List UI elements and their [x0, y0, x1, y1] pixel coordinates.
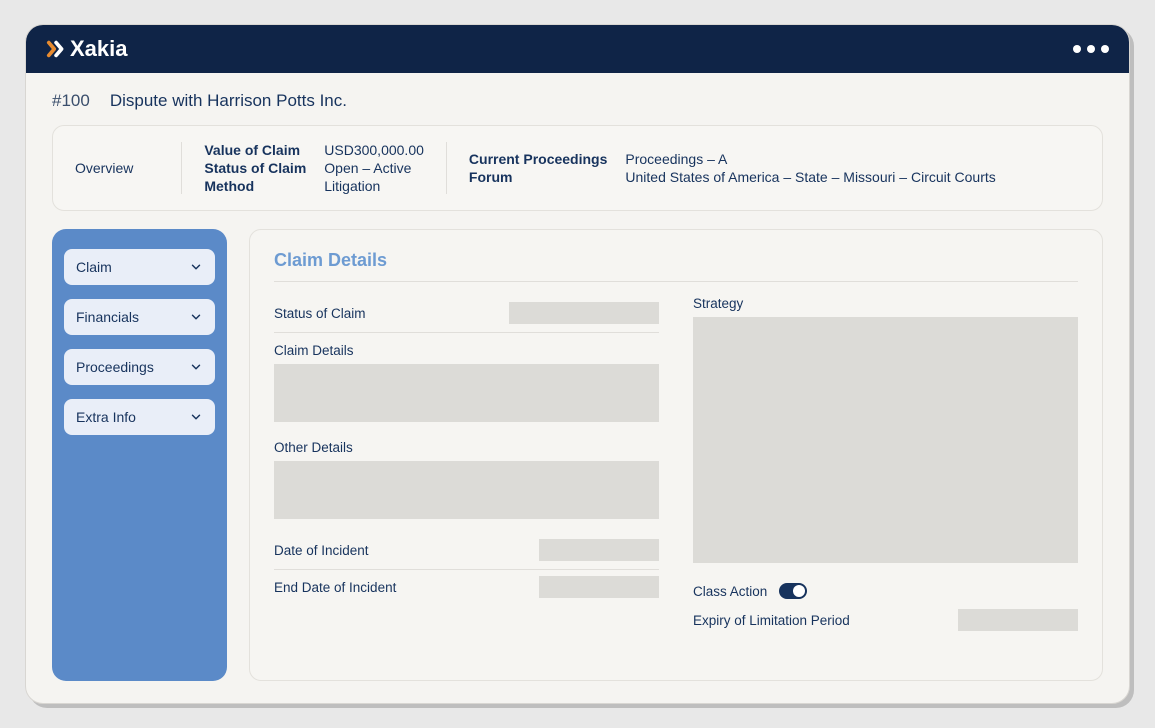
end-date-of-incident-input[interactable]	[539, 576, 659, 598]
sidebar: Claim Financials Proceedings Extra Info	[52, 229, 227, 681]
other-details-textarea[interactable]	[274, 461, 659, 519]
chevron-down-icon	[189, 310, 203, 324]
value-current-proceedings: Proceedings – A	[625, 151, 995, 167]
field-expiry-limitation: Expiry of Limitation Period	[693, 603, 1078, 633]
field-label: Class Action	[693, 584, 767, 599]
brand-name: Xakia	[70, 36, 128, 62]
content-area: Claim Financials Proceedings Extra Info …	[26, 229, 1129, 703]
expiry-limitation-input[interactable]	[958, 609, 1078, 631]
field-end-date-of-incident: End Date of Incident	[274, 570, 659, 606]
divider	[446, 142, 447, 194]
sidebar-item-financials[interactable]: Financials	[64, 299, 215, 335]
value-value-of-claim: USD300,000.00	[324, 142, 424, 158]
summary-block-1: Value of Claim Status of Claim Method US…	[204, 142, 424, 194]
value-forum: United States of America – State – Misso…	[625, 169, 995, 185]
topbar: Xakia	[26, 25, 1129, 73]
chevron-down-icon	[189, 360, 203, 374]
field-label: Other Details	[274, 440, 659, 455]
case-id: #100	[52, 91, 90, 111]
chevron-down-icon	[189, 410, 203, 424]
claim-details-panel: Claim Details Status of Claim Claim Deta…	[249, 229, 1103, 681]
field-status-of-claim: Status of Claim	[274, 296, 659, 333]
app-window: Xakia #100 Dispute with Harrison Potts I…	[25, 24, 1130, 704]
divider	[181, 142, 182, 194]
date-of-incident-input[interactable]	[539, 539, 659, 561]
brand-logo: Xakia	[46, 36, 128, 62]
field-label: Strategy	[693, 296, 1078, 311]
strategy-textarea[interactable]	[693, 317, 1078, 563]
field-date-of-incident: Date of Incident	[274, 533, 659, 570]
value-status-of-claim: Open – Active	[324, 160, 424, 176]
sidebar-item-extra-info[interactable]: Extra Info	[64, 399, 215, 435]
label-value-of-claim: Value of Claim	[204, 142, 306, 158]
claim-details-textarea[interactable]	[274, 364, 659, 422]
page-title-row: #100 Dispute with Harrison Potts Inc.	[26, 73, 1129, 125]
field-label: Status of Claim	[274, 306, 366, 321]
panel-title: Claim Details	[274, 250, 1078, 282]
field-strategy: Strategy	[693, 296, 1078, 577]
sidebar-item-label: Claim	[76, 259, 112, 275]
status-of-claim-input[interactable]	[509, 302, 659, 324]
summary-card: Overview Value of Claim Status of Claim …	[52, 125, 1103, 211]
label-forum: Forum	[469, 169, 607, 185]
label-status-of-claim: Status of Claim	[204, 160, 306, 176]
value-method: Litigation	[324, 178, 424, 194]
field-class-action: Class Action	[693, 577, 1078, 603]
sidebar-item-label: Proceedings	[76, 359, 154, 375]
field-label: Claim Details	[274, 343, 659, 358]
field-other-details: Other Details	[274, 436, 659, 533]
chevron-down-icon	[189, 260, 203, 274]
summary-block-2: Current Proceedings Forum Proceedings – …	[469, 151, 996, 185]
label-current-proceedings: Current Proceedings	[469, 151, 607, 167]
field-label: Expiry of Limitation Period	[693, 613, 850, 628]
sidebar-item-label: Financials	[76, 309, 139, 325]
sidebar-item-label: Extra Info	[76, 409, 136, 425]
sidebar-item-claim[interactable]: Claim	[64, 249, 215, 285]
field-label: End Date of Incident	[274, 580, 396, 595]
chevrons-icon	[46, 38, 68, 60]
field-label: Date of Incident	[274, 543, 369, 558]
window-menu-dots[interactable]	[1073, 45, 1109, 53]
label-method: Method	[204, 178, 306, 194]
field-claim-details: Claim Details	[274, 339, 659, 436]
class-action-toggle[interactable]	[779, 583, 807, 599]
sidebar-item-proceedings[interactable]: Proceedings	[64, 349, 215, 385]
overview-label: Overview	[75, 142, 159, 194]
case-name: Dispute with Harrison Potts Inc.	[110, 91, 347, 111]
